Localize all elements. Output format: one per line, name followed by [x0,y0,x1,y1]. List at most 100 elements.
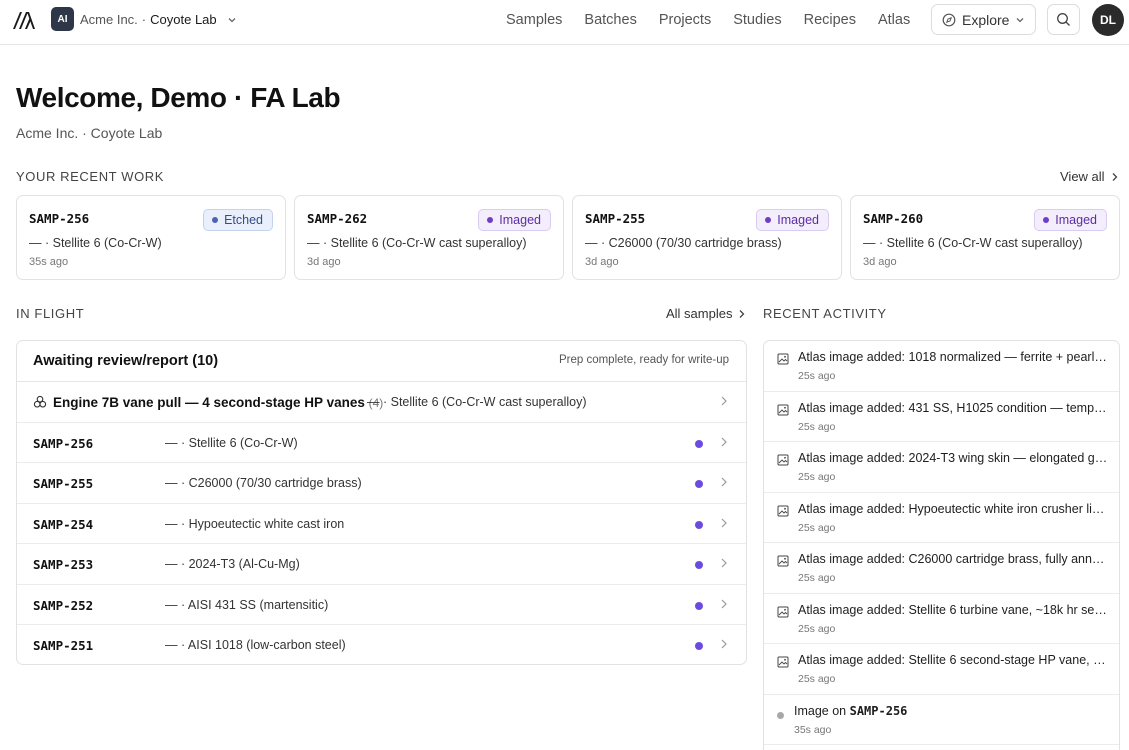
nav-projects[interactable]: Projects [659,12,711,28]
status-dot [695,601,703,610]
batch-row[interactable]: Engine 7B vane pull — 4 second-stage HP … [17,382,746,423]
sample-time: 3d ago [863,256,897,268]
status-badge: Etched [203,209,273,231]
nav-samples[interactable]: Samples [506,12,562,28]
status-dot [695,642,703,650]
recent-card[interactable]: SAMP-255 Imaged — · C26000 (70/30 cartri… [572,195,842,280]
status-badge: Imaged [1034,209,1107,231]
activity-text: Atlas image added: C26000 cartridge bras… [798,552,1108,566]
chevron-right-icon [1112,172,1117,181]
all-samples-link[interactable]: All samples [666,306,746,321]
activity-text: Atlas image added: Stellite 6 turbine va… [798,602,1108,617]
org-switcher[interactable]: Acme Inc. · Coyote Lab [80,12,237,27]
event-dot [777,711,784,719]
activity-item[interactable]: Image on SAMP-256 35s ago [764,695,1119,745]
batch-description: — · Stellite 6 (Co-Cr-W cast superalloy) [367,395,587,409]
activity-time: 25s ago [798,673,836,685]
activity-item[interactable]: Atlas image added: Hypoeutectic white ir… [764,493,1119,543]
activity-text: Atlas image added: 2024-T3 wing skin — e… [798,451,1108,465]
activity-item[interactable]: Atlas image added: 1018 normalized — fer… [764,341,1119,392]
nav-studies[interactable]: Studies [733,12,781,28]
sample-id: SAMP-256 [29,211,90,226]
search-button[interactable] [1047,4,1080,35]
chevron-right-icon [721,518,727,527]
chevron-down-icon [228,17,236,22]
image-icon [777,656,789,668]
nav-recipes[interactable]: Recipes [804,12,856,28]
org-separator: · [141,12,147,27]
activity-sample-id[interactable]: SAMP-256 [850,704,908,718]
image-icon [777,555,789,567]
batch-icon [33,395,47,408]
image-icon [777,505,789,516]
activity-item[interactable]: Atlas image added: Stellite 6 second-sta… [764,644,1119,695]
status-label: Imaged [1055,213,1097,227]
status-badge: Imaged [756,209,829,231]
activity-time: 25s ago [798,471,836,483]
activity-time: 25s ago [798,370,836,382]
sample-description: — · 2024-T3 (Al-Cu-Mg) [165,557,300,571]
in-flight-panel: Awaiting review/report (10) Prep complet… [16,340,747,665]
activity-time: 25s ago [798,521,836,534]
sample-id: SAMP-254 [33,516,94,532]
nav-atlas[interactable]: Atlas [878,12,910,28]
sample-row[interactable]: SAMP-254 — · Hypoeutectic white cast iro… [17,504,746,544]
activity-text: Atlas image added: Hypoeutectic white ir… [798,501,1108,516]
recent-card[interactable]: SAMP-260 Imaged — · Stellite 6 (Co-Cr-W … [850,195,1120,280]
status-label: Imaged [499,213,541,227]
sample-row[interactable]: SAMP-256 — · Stellite 6 (Co-Cr-W) [17,423,746,463]
status-dot [487,217,494,223]
activity-text: Image on SAMP-256 [794,704,907,718]
batch-name: Engine 7B vane pull — 4 second-stage HP … [53,395,383,410]
image-icon [777,404,789,415]
status-dot [765,217,772,223]
activity-time: 35s ago [794,723,832,736]
image-icon [777,606,789,617]
view-all-label: View all [1060,169,1105,184]
chevron-right-icon [721,639,727,649]
sample-description: — · Hypoeutectic white cast iron [165,516,345,531]
chevron-right-icon [721,396,727,406]
panel-header: Awaiting review/report (10) Prep complet… [17,341,746,382]
panel-hint: Prep complete, ready for write-up [558,354,729,366]
explore-label: Explore [962,11,1010,28]
sample-row[interactable]: SAMP-252 — · AISI 431 SS (martensitic) [17,585,746,625]
sample-description: — · Stellite 6 (Co-Cr-W cast superalloy) [307,236,527,250]
sample-description: — · AISI 1018 (low-carbon steel) [165,638,346,652]
org-avatar[interactable]: AI [51,7,74,31]
activity-item[interactable]: Atlas image added: 2024-T3 wing skin — e… [764,442,1119,493]
activity-prefix: Image on [794,703,847,718]
chevron-down-icon [1017,17,1024,22]
activity-time: 25s ago [798,572,836,584]
sample-row[interactable]: SAMP-253 — · 2024-T3 (Al-Cu-Mg) [17,544,746,585]
activity-item[interactable]: Atlas image added: 431 SS, H1025 conditi… [764,392,1119,442]
chevron-right-icon [721,599,727,608]
recent-work-heading: YOUR RECENT WORK [16,169,165,184]
sample-description: — · Stellite 6 (Co-Cr-W) [165,435,298,450]
batch-title: Engine 7B vane pull — 4 second-stage HP … [53,395,365,410]
recent-card[interactable]: SAMP-262 Imaged — · Stellite 6 (Co-Cr-W … [294,195,564,280]
lab-name: Coyote Lab [150,12,217,27]
activity-item[interactable]: Atlas image added: C26000 cartridge bras… [764,543,1119,594]
activity-time: 25s ago [798,420,836,433]
sample-row[interactable]: SAMP-251 — · AISI 1018 (low-carbon steel… [17,625,746,664]
status-dot [695,520,703,529]
user-avatar[interactable]: DL [1092,4,1124,36]
org-name: Acme Inc. [80,12,138,27]
app-logo-icon[interactable] [12,9,36,31]
nav-batches[interactable]: Batches [584,12,636,28]
compass-icon [942,13,956,26]
chevron-right-icon [721,437,727,446]
status-badge: Imaged [478,209,551,231]
view-all-link[interactable]: View all [1060,169,1119,184]
sample-description: — · Stellite 6 (Co-Cr-W cast superalloy) [863,236,1083,250]
explore-button[interactable]: Explore [931,4,1036,35]
sample-time: 3d ago [307,256,341,268]
sample-id: SAMP-252 [33,597,94,613]
chevron-right-icon [740,309,745,318]
sample-description: — · C26000 (70/30 cartridge brass) [165,476,362,490]
recent-card[interactable]: SAMP-256 Etched — · Stellite 6 (Co-Cr-W)… [16,195,286,280]
sample-row[interactable]: SAMP-255 — · C26000 (70/30 cartridge bra… [17,463,746,504]
sample-id: SAMP-256 [33,435,94,451]
activity-item[interactable]: Atlas image added: Stellite 6 turbine va… [764,594,1119,644]
